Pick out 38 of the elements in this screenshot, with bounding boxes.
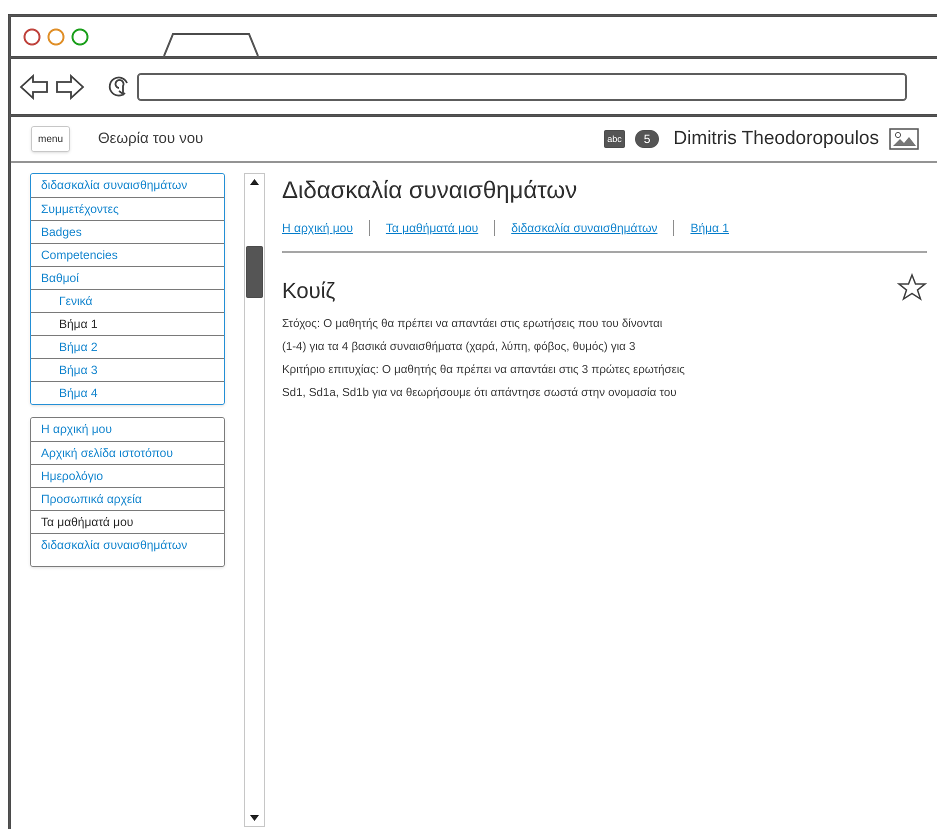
nav-link[interactable]: Συμμετέχοντες — [41, 202, 119, 216]
forward-arrow-icon[interactable] — [55, 74, 85, 100]
current-page-item[interactable]: Βήμα 1 — [59, 317, 98, 331]
address-bar[interactable] — [137, 72, 907, 100]
nav-link[interactable]: Αρχική σελίδα ιστοτόπου — [41, 446, 173, 460]
nav-link[interactable]: Βήμα 2 — [59, 340, 98, 354]
nav-link[interactable]: Competencies — [41, 248, 118, 262]
notification-badge[interactable]: 5 — [634, 130, 660, 148]
nav-link[interactable]: διδασκαλία συναισθημάτων — [41, 538, 188, 552]
star-icon[interactable] — [897, 273, 927, 301]
image-placeholder-icon[interactable] — [889, 128, 919, 150]
nav-link[interactable]: Badges — [41, 225, 82, 239]
nav-link[interactable]: Προσωπικά αρχεία — [41, 492, 142, 506]
breadcrumb-link[interactable]: Τα μαθήματά μου — [386, 219, 478, 237]
site-title: Θεωρία του νου — [98, 128, 204, 149]
quiz-description: Στόχος: Ο μαθητής θα πρέπει να απαντάει στις ερωτήσεις που του δίνονται (1-4) για τα 4 βασικά συναισθήματα (χαρά, λύπη, φόβος, θυμός) για 3 Κριτήριο επιτυχίας: Ο μαθητής θα πρέπει να απαντάει στις 3 πρώτες ερωτήσεις Sd1, Sd1a, Sd1b για να θεωρήσουμε ότι απάντησε σωστά στην ονομασία του — [282, 317, 686, 401]
breadcrumb-link[interactable]: Βήμα 1 — [690, 219, 729, 237]
browser-tab[interactable] — [163, 32, 259, 56]
nav-link[interactable]: διδασκαλία συναισθημάτων — [41, 178, 188, 192]
close-window-icon[interactable] — [23, 28, 41, 46]
breadcrumb-link[interactable]: διδασκαλία συναισθημάτων — [511, 219, 658, 237]
maximize-window-icon[interactable] — [71, 28, 89, 46]
label-icon: abc — [604, 130, 625, 148]
nav-link[interactable]: Βήμα 3 — [59, 363, 98, 377]
breadcrumb-link[interactable]: Η αρχική μου — [282, 219, 353, 237]
current-page-item[interactable]: Τα μαθήματά μου — [41, 515, 134, 529]
section-title: Κουίζ — [282, 277, 336, 305]
nav-link[interactable]: Γενικά — [59, 294, 92, 308]
menu-button[interactable]: menu — [31, 126, 70, 152]
user-name[interactable]: Dimitris Theodoropoulos — [673, 124, 879, 154]
nav-link[interactable]: Βήμα 4 — [59, 386, 98, 400]
scrollbar-thumb[interactable] — [246, 246, 263, 298]
nav-link[interactable]: Βαθμοί — [41, 271, 79, 285]
nav-link[interactable]: Ημερολόγιο — [41, 469, 104, 483]
back-arrow-icon[interactable] — [19, 74, 49, 100]
nav-link[interactable]: Η αρχική μου — [41, 422, 112, 436]
page-title: Διδασκαλία συναισθημάτων — [282, 176, 578, 206]
minimize-window-icon[interactable] — [47, 28, 65, 46]
